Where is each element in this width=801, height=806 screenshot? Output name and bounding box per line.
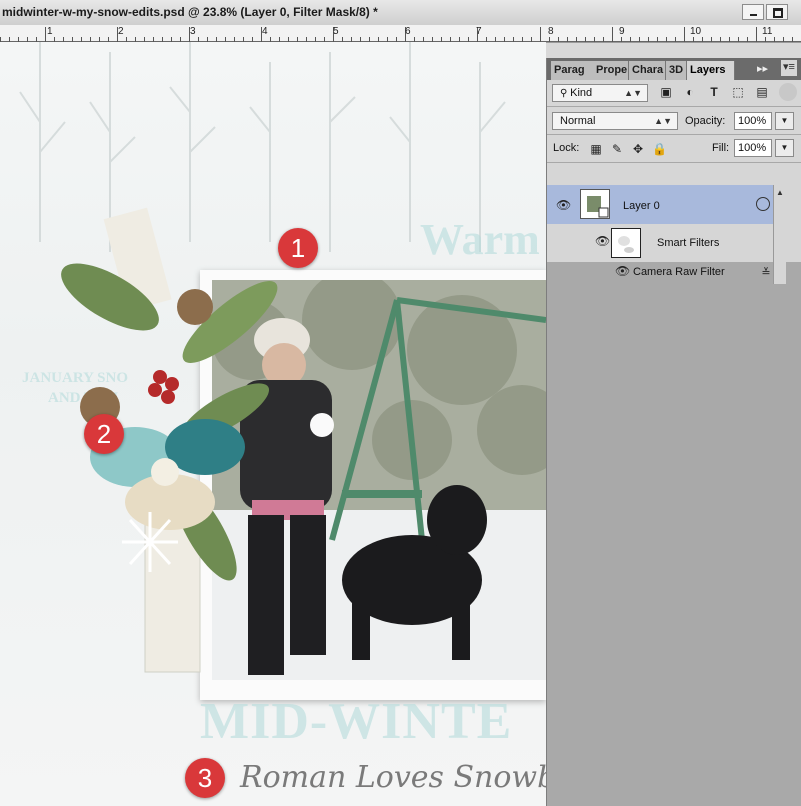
search-icon: ⚲ bbox=[560, 88, 571, 99]
layer-row-layer-0[interactable]: 👁 Layer 0 bbox=[547, 185, 773, 224]
filter-blending-options-icon[interactable]: ≚ bbox=[759, 266, 773, 280]
chevron-updown-icon: ▲▼ bbox=[654, 116, 672, 126]
document-canvas[interactable]: Warm JANUARY SNO AND TEM bbox=[0, 42, 546, 806]
background-title-midwinter: MID-WINTE bbox=[200, 693, 513, 750]
layer-name[interactable]: Layer 0 bbox=[623, 200, 660, 212]
layers-panel-body: ⚲ Kind ▲▼ ▣ ◐ T ⬚ ▤ Normal ▲▼ Opacity: 100… bbox=[547, 80, 801, 284]
lock-image-pixels-icon[interactable]: ✎ bbox=[610, 142, 624, 156]
fill-input[interactable]: 100% bbox=[734, 139, 772, 157]
filter-toggle-icon[interactable] bbox=[779, 83, 797, 101]
divider bbox=[547, 106, 801, 107]
minimize-button[interactable] bbox=[742, 4, 764, 20]
layers-scrollbar[interactable]: ▲ bbox=[773, 185, 786, 284]
layer-filter-icons: ▣ ◐ T ⬚ ▤ bbox=[659, 83, 799, 101]
fill-dropdown-icon[interactable]: ▼ bbox=[775, 139, 794, 157]
divider bbox=[547, 162, 801, 163]
ruler-number: 10 bbox=[690, 26, 702, 37]
horizontal-ruler[interactable]: 1 2 3 4 5 6 7 8 9 10 11 bbox=[0, 25, 801, 43]
camera-raw-filter-label[interactable]: Camera Raw Filter bbox=[633, 266, 725, 278]
ruler-number: 6 bbox=[405, 26, 411, 37]
tab-properties[interactable]: Prope bbox=[593, 61, 629, 80]
smart-filters-label[interactable]: Smart Filters bbox=[657, 237, 719, 249]
tab-character[interactable]: Chara bbox=[629, 61, 666, 80]
opacity-dropdown-icon[interactable]: ▼ bbox=[775, 112, 794, 130]
ruler-number: 7 bbox=[476, 26, 482, 37]
visibility-eye-icon[interactable]: 👁 bbox=[595, 234, 610, 248]
number-badge-1: 1 bbox=[278, 228, 318, 268]
lock-label: Lock: bbox=[553, 142, 580, 154]
background-word-warm: Warm bbox=[420, 215, 540, 264]
ruler-number: 5 bbox=[333, 26, 339, 37]
lock-all-icon[interactable]: 🔒 bbox=[652, 142, 667, 156]
maximize-button[interactable] bbox=[766, 4, 788, 20]
type-filter-icon[interactable]: T bbox=[707, 85, 721, 99]
document-title: midwinter-w-my-snow-edits.psd @ 23.8% (L… bbox=[2, 5, 378, 19]
filter-mask-thumbnail[interactable] bbox=[611, 228, 641, 258]
ruler-number: 2 bbox=[118, 26, 124, 37]
blend-mode-select[interactable]: Normal ▲▼ bbox=[552, 112, 678, 130]
tab-layers[interactable]: Layers bbox=[687, 61, 735, 80]
scroll-up-icon[interactable]: ▲ bbox=[776, 188, 784, 197]
chevron-updown-icon: ▲▼ bbox=[624, 88, 642, 98]
filter-kind-label: Kind bbox=[570, 87, 593, 99]
tab-paragraph[interactable]: Parag bbox=[551, 61, 594, 80]
page-caption: Roman Loves Snowballs! bbox=[240, 760, 546, 795]
layer-thumbnail[interactable] bbox=[580, 189, 610, 219]
ruler-number: 11 bbox=[762, 26, 773, 37]
panel-tab-strip: Parag Prope Chara 3D Layers ▸▸ ▾≡ bbox=[547, 58, 801, 80]
visibility-eye-icon[interactable]: 👁 bbox=[615, 264, 630, 278]
layer-filter-select[interactable]: ⚲ Kind ▲▼ bbox=[552, 84, 648, 102]
pixel-filter-icon[interactable]: ▣ bbox=[659, 85, 673, 99]
panel-menu-icon[interactable]: ▾≡ bbox=[781, 60, 797, 76]
smart-object-badge-icon bbox=[756, 197, 770, 211]
collapse-panels-icon[interactable]: ▸▸ bbox=[757, 62, 768, 75]
ruler-number: 4 bbox=[262, 26, 268, 37]
shape-filter-icon[interactable]: ⬚ bbox=[731, 85, 745, 99]
visibility-eye-icon[interactable]: 👁 bbox=[556, 198, 571, 212]
lock-position-icon[interactable]: ✥ bbox=[631, 142, 645, 156]
opacity-input[interactable]: 100% bbox=[734, 112, 772, 130]
tab-3d[interactable]: 3D bbox=[666, 61, 687, 80]
smart-object-filter-icon[interactable]: ▤ bbox=[755, 85, 769, 99]
title-bar: midwinter-w-my-snow-edits.psd @ 23.8% (L… bbox=[0, 0, 801, 26]
divider bbox=[547, 134, 801, 135]
blend-mode-label: Normal bbox=[560, 115, 596, 127]
layers-panel: Parag Prope Chara 3D Layers ▸▸ ▾≡ ⚲ Kind… bbox=[546, 58, 801, 806]
ruler-number: 3 bbox=[190, 26, 196, 37]
adjustment-filter-icon[interactable]: ◐ bbox=[683, 85, 697, 99]
lock-transparent-pixels-icon[interactable]: ▦ bbox=[589, 142, 603, 156]
ruler-number: 8 bbox=[548, 26, 554, 37]
ruler-number: 9 bbox=[619, 26, 625, 37]
fill-label: Fill: bbox=[712, 142, 730, 154]
ruler-number: 1 bbox=[47, 26, 53, 37]
number-badge-2: 2 bbox=[84, 414, 124, 454]
number-badge-3: 3 bbox=[185, 758, 225, 798]
opacity-label: Opacity: bbox=[685, 115, 726, 127]
